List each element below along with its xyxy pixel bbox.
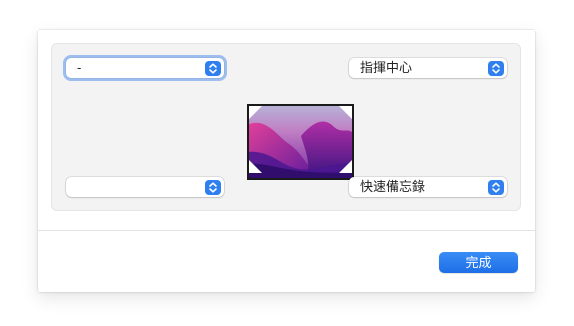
corner-triangle-icon (339, 160, 352, 178)
footer-divider (38, 230, 535, 231)
corner-triangle-icon (339, 106, 352, 124)
top-right-corner-value: 指揮中心 (360, 60, 413, 75)
corner-triangle-icon (249, 106, 262, 124)
chevron-up-down-icon (205, 180, 221, 195)
wallpaper-image (249, 106, 352, 178)
bottom-left-corner-popup[interactable] (66, 177, 224, 197)
bottom-right-corner-value: 快速備忘錄 (360, 179, 426, 194)
top-right-corner-popup[interactable]: 指揮中心 (349, 58, 507, 78)
bottom-right-corner-popup[interactable]: 快速備忘錄 (349, 177, 507, 197)
desktop-preview-image (247, 104, 354, 180)
chevron-up-down-icon (488, 180, 504, 195)
chevron-up-down-icon (205, 61, 221, 76)
hot-corners-panel: - 指揮中心 快速備忘錄 (51, 43, 521, 211)
corner-triangle-icon (249, 160, 262, 178)
done-button[interactable]: 完成 (439, 252, 518, 273)
chevron-up-down-icon (488, 61, 504, 76)
top-left-corner-popup[interactable]: - (66, 58, 224, 78)
hot-corners-sheet: - 指揮中心 快速備忘錄 完成 (38, 30, 535, 292)
top-left-corner-value: - (77, 60, 82, 75)
